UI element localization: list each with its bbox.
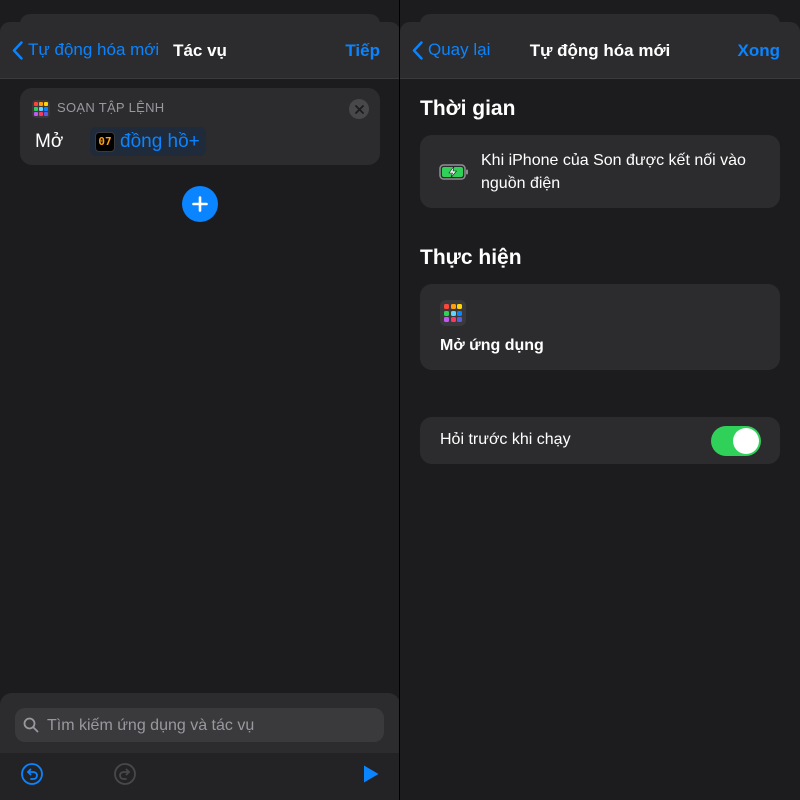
ask-before-running-row: Hỏi trước khi chạy bbox=[420, 417, 780, 464]
back-button-label: Tự động hóa mới bbox=[28, 40, 160, 59]
scripting-icon bbox=[32, 100, 50, 118]
search-icon bbox=[23, 717, 39, 733]
undo-button[interactable] bbox=[20, 762, 44, 791]
clock-app-icon: 07 bbox=[95, 131, 115, 152]
navigation-bar: Quay lại Tự động hóa mới Xong bbox=[400, 22, 800, 79]
ask-before-running-toggle[interactable] bbox=[711, 426, 761, 456]
left-panel: Tự động hóa mới Tác vụ Tiếp SOẠN TẬP LỆN… bbox=[0, 0, 400, 800]
app-parameter-token[interactable]: 07 đồng hồ+ bbox=[90, 127, 206, 156]
battery-charging-icon bbox=[439, 164, 468, 180]
section-title-time: Thời gian bbox=[420, 97, 516, 120]
chevron-left-icon bbox=[412, 40, 423, 60]
action-verb: Mở bbox=[35, 131, 64, 152]
apps-grid-icon bbox=[440, 300, 466, 326]
app-name: đồng hồ+ bbox=[120, 130, 200, 152]
redo-button[interactable] bbox=[113, 762, 137, 791]
trigger-card[interactable]: Khi iPhone của Son được kết nối vào nguồ… bbox=[420, 135, 780, 208]
next-button[interactable]: Tiếp bbox=[345, 41, 380, 61]
action-card[interactable]: SOẠN TẬP LỆNH Mở 07 đồng hồ+ bbox=[20, 88, 380, 165]
redo-icon bbox=[114, 763, 136, 785]
right-panel: Quay lại Tự động hóa mới Xong Thời gian … bbox=[400, 0, 800, 800]
search-bar[interactable] bbox=[15, 708, 384, 744]
trigger-description: Khi iPhone của Son được kết nối vào nguồ… bbox=[481, 152, 746, 192]
close-icon bbox=[354, 104, 364, 114]
ask-before-running-label: Hỏi trước khi chạy bbox=[440, 431, 571, 448]
editor-toolbar bbox=[0, 753, 400, 800]
back-button[interactable]: Quay lại bbox=[412, 40, 490, 60]
search-input[interactable] bbox=[45, 708, 379, 744]
toggle-knob bbox=[733, 428, 759, 454]
play-icon bbox=[364, 765, 379, 783]
run-button[interactable] bbox=[362, 764, 380, 789]
section-title-do: Thực hiện bbox=[420, 246, 522, 269]
back-button[interactable]: Tự động hóa mới bbox=[12, 40, 159, 60]
navigation-bar: Tự động hóa mới Tác vụ Tiếp bbox=[0, 22, 400, 79]
undo-icon bbox=[21, 763, 43, 785]
add-action-button[interactable] bbox=[182, 186, 218, 222]
done-button[interactable]: Xong bbox=[738, 41, 781, 61]
plus-icon bbox=[192, 196, 208, 212]
remove-action-button[interactable] bbox=[349, 99, 369, 119]
chevron-left-icon bbox=[12, 40, 23, 60]
action-search-sheet bbox=[0, 693, 400, 800]
action-summary-card[interactable]: Mở ứng dụng bbox=[420, 284, 780, 370]
back-button-label: Quay lại bbox=[428, 40, 491, 59]
open-app-label: Mở ứng dụng bbox=[440, 337, 544, 354]
action-category-label: SOẠN TẬP LỆNH bbox=[57, 100, 165, 115]
